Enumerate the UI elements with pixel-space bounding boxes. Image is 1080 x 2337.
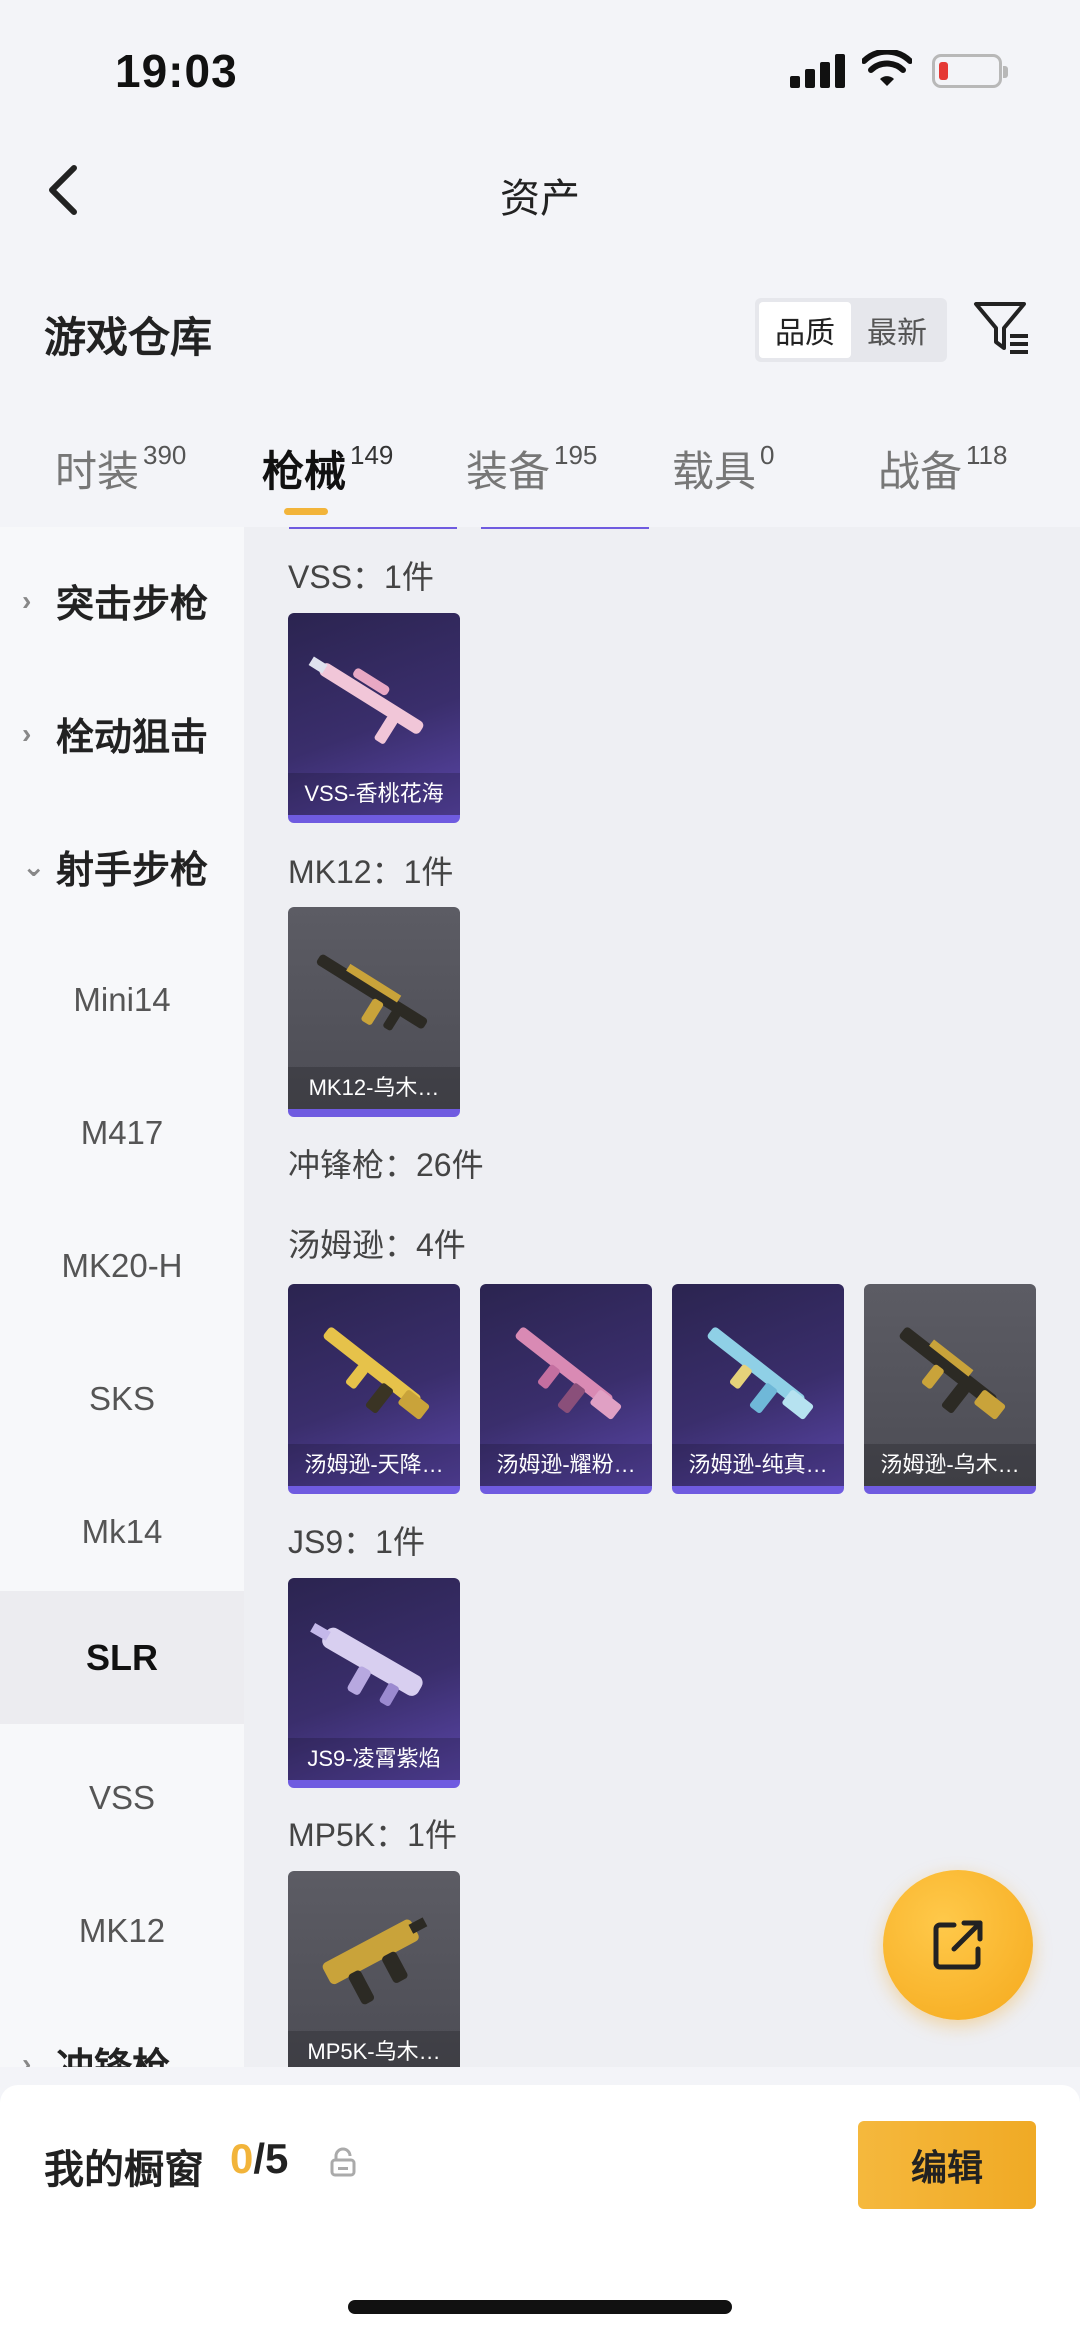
sort-option-latest[interactable]: 最新 <box>851 302 943 358</box>
share-export-icon <box>933 1920 983 1970</box>
item-card[interactable]: MP5K-乌木… <box>288 1871 460 2067</box>
group-label: MK12：1件 <box>288 854 454 890</box>
page-title: 资产 <box>500 177 580 221</box>
chevron-right-icon: › <box>22 717 32 749</box>
item-card[interactable]: 汤姆逊-乌木… <box>864 1284 1036 1494</box>
item-name: 汤姆逊-耀粉… <box>480 1444 652 1486</box>
battery-icon <box>932 54 1008 88</box>
smg-gold-icon <box>323 1327 430 1420</box>
chevron-right-icon: › <box>22 2047 32 2068</box>
showcase-title: 我的橱窗 <box>44 2148 204 2192</box>
sort-option-quality[interactable]: 品质 <box>759 302 851 358</box>
tab-vehicles[interactable]: 载具 0 <box>672 438 774 499</box>
smg-blue-icon <box>707 1327 814 1420</box>
lock-icon <box>330 2147 356 2177</box>
status-bar: 19:03 <box>0 0 1080 130</box>
sidebar-item-bolt-sniper[interactable]: › 栓动狙击 <box>0 667 244 800</box>
item-card[interactable]: 汤姆逊-天降… <box>288 1284 460 1494</box>
warehouse-header: 游戏仓库 品质 最新 <box>0 290 1080 370</box>
item-card[interactable]: VSS-香桃花海 <box>288 613 460 823</box>
sidebar-item-mk20h[interactable]: MK20-H <box>0 1199 244 1332</box>
nav-bar: 资产 <box>0 140 1080 240</box>
sidebar-item-mk14[interactable]: Mk14 <box>0 1465 244 1598</box>
sidebar-item-mini14[interactable]: Mini14 <box>0 933 244 1066</box>
item-name: VSS-香桃花海 <box>288 773 460 815</box>
smg-pink-icon <box>515 1327 622 1420</box>
tab-equipment[interactable]: 装备 195 <box>466 438 597 499</box>
share-button[interactable] <box>883 1870 1033 2020</box>
showcase-count: 0/5 <box>230 2135 289 2182</box>
battery-fill <box>939 62 948 80</box>
item-name: 汤姆逊-乌木… <box>864 1444 1036 1486</box>
item-name: 汤姆逊-纯真… <box>672 1444 844 1486</box>
sidebar: › 突击步枪 › 栓动狙击 ⌄ 射手步枪 Mini14 M417 MK20-H SKS… <box>0 527 244 2067</box>
group-label: JS9：1件 <box>288 1524 425 1560</box>
group-label: MP5K：1件 <box>288 1817 457 1853</box>
filter-icon[interactable] <box>970 296 1034 360</box>
sidebar-item-mk12[interactable]: MK12 <box>0 1864 244 1997</box>
item-card[interactable]: MK12-乌木… <box>288 907 460 1117</box>
group-label: 汤姆逊：4件 <box>288 1227 466 1263</box>
previous-card-edge <box>481 527 649 529</box>
item-card[interactable]: JS9-凌霄紫焰 <box>288 1578 460 1788</box>
item-list: VSS：1件 VSS-香桃花海 MK12：1件 MK12-乌木… 冲锋枪：26件… <box>244 527 1080 2067</box>
smg-gold-icon <box>899 1327 1006 1420</box>
item-name: 汤姆逊-天降… <box>288 1444 460 1486</box>
sidebar-item-smg[interactable]: ›冲锋枪 <box>0 1997 244 2067</box>
sniper-rifle-pink-icon <box>308 656 424 744</box>
sidebar-item-sks[interactable]: SKS <box>0 1332 244 1465</box>
group-label: VSS：1件 <box>288 559 434 595</box>
active-tab-indicator <box>284 508 328 515</box>
sidebar-item-assault-rifle[interactable]: › 突击步枪 <box>0 534 244 667</box>
sort-toggle: 品质 最新 <box>755 298 947 362</box>
item-name: JS9-凌霄紫焰 <box>288 1738 460 1780</box>
category-tabs: 时装 390 枪械 149 装备 195 载具 0 战备 118 <box>0 430 1080 520</box>
sidebar-item-vss[interactable]: VSS <box>0 1731 244 1864</box>
cellular-signal-icon <box>790 54 846 88</box>
warehouse-title: 游戏仓库 <box>44 314 213 361</box>
tab-combat-prep[interactable]: 战备 118 <box>878 438 1007 499</box>
sidebar-item-marksman-rifle[interactable]: ⌄ 射手步枪 <box>0 800 244 933</box>
tab-firearms[interactable]: 枪械 149 <box>262 438 393 499</box>
edit-button[interactable]: 编辑 <box>858 2121 1036 2209</box>
sidebar-item-slr[interactable]: SLR <box>0 1591 244 1724</box>
tab-costume[interactable]: 时装 390 <box>55 438 186 499</box>
item-name: MK12-乌木… <box>288 1067 460 1109</box>
wifi-icon <box>862 50 912 86</box>
item-name: MP5K-乌木… <box>288 2031 460 2067</box>
chevron-right-icon: › <box>22 584 32 616</box>
chevron-down-icon: ⌄ <box>22 851 46 882</box>
item-card[interactable]: 汤姆逊-纯真… <box>672 1284 844 1494</box>
home-indicator[interactable] <box>348 2300 732 2314</box>
previous-card-edge <box>289 527 457 529</box>
sidebar-item-m417[interactable]: M417 <box>0 1066 244 1199</box>
rifle-gold-icon <box>316 954 428 1031</box>
group-label: 冲锋枪：26件 <box>288 1147 484 1183</box>
smg-violet-icon <box>310 1622 423 1707</box>
item-card[interactable]: 汤姆逊-耀粉… <box>480 1284 652 1494</box>
pistol-smg-gold-icon <box>322 1917 428 2005</box>
status-time: 19:03 <box>115 45 238 97</box>
